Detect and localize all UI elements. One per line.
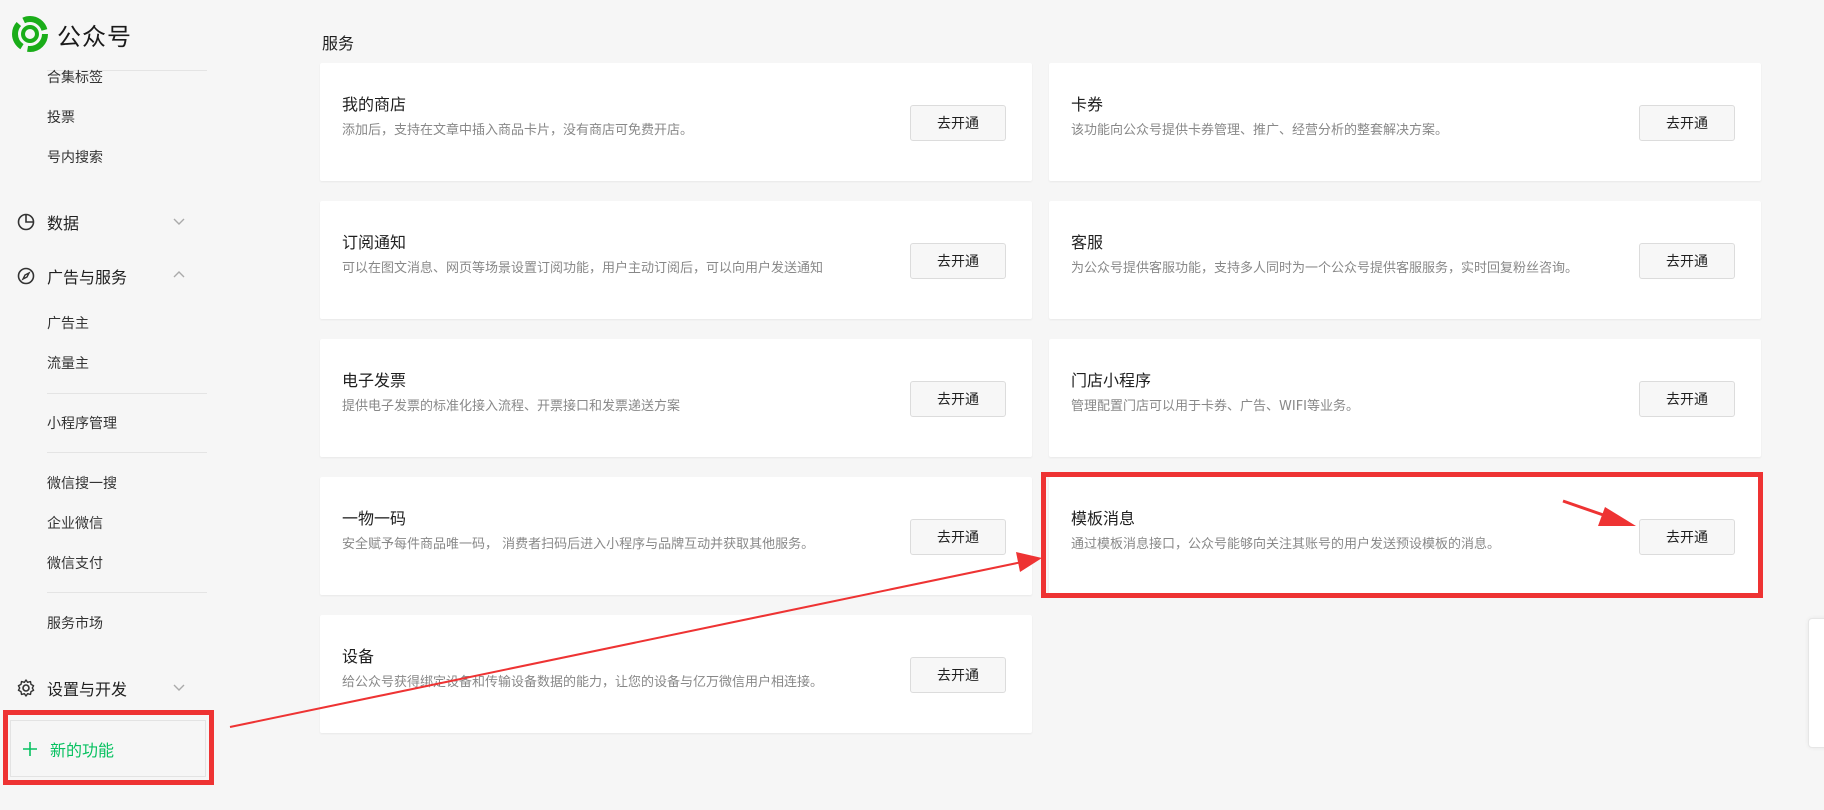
pie-chart-icon <box>17 213 35 231</box>
service-card-subscription-notice: 订阅通知 可以在图文消息、网页等场景设置订阅功能，用户主动订阅后，可以向用户发送… <box>320 201 1032 319</box>
card-title: 电子发票 <box>342 371 407 390</box>
service-card-coupons: 卡券 该功能向公众号提供卡券管理、推广、经营分析的整套解决方案。 去开通 <box>1049 63 1761 181</box>
card-title: 订阅通知 <box>342 233 407 252</box>
service-card-device: 设备 给公众号获得绑定设备和传输设备数据的能力，让您的设备与亿万微信用户相连接。… <box>320 615 1032 733</box>
sidebar-item-traffic-owner[interactable]: 流量主 <box>47 353 89 373</box>
card-description: 可以在图文消息、网页等场景设置订阅功能，用户主动订阅后，可以向用户发送通知 <box>342 261 824 276</box>
activate-button[interactable]: 去开通 <box>910 519 1006 555</box>
activate-button[interactable]: 去开通 <box>1639 243 1735 279</box>
sidebar-item-mini-program-management[interactable]: 小程序管理 <box>47 413 117 433</box>
compass-icon <box>17 267 35 285</box>
card-title: 模板消息 <box>1071 509 1136 528</box>
card-title: 我的商店 <box>342 95 407 114</box>
card-description: 给公众号获得绑定设备和传输设备数据的能力，让您的设备与亿万微信用户相连接。 <box>342 675 824 690</box>
sidebar-section-ads-label: 广告与服务 <box>47 268 128 287</box>
card-description: 为公众号提供客服功能，支持多人同时为一个公众号提供客服服务，实时回复粉丝咨询。 <box>1071 261 1579 276</box>
card-title: 客服 <box>1071 233 1104 252</box>
sidebar-item-service-market[interactable]: 服务市场 <box>47 613 103 633</box>
brand-logo[interactable]: 公众号 <box>12 16 132 52</box>
service-card-store-mini-program: 门店小程序 管理配置门店可以用于卡券、广告、WIFI等业务。 去开通 <box>1049 339 1761 457</box>
gear-icon <box>17 679 35 697</box>
sidebar-item-wechat-pay[interactable]: 微信支付 <box>47 553 103 573</box>
card-title: 门店小程序 <box>1071 371 1152 390</box>
activate-button[interactable]: 去开通 <box>1639 105 1735 141</box>
service-card-one-item-one-code: 一物一码 安全赋予每件商品唯一码， 消费者扫码后进入小程序与品牌互动并获取其他服… <box>320 477 1032 595</box>
card-description: 通过模板消息接口，公众号能够向关注其账号的用户发送预设模板的消息。 <box>1071 537 1501 552</box>
sidebar-section-ads-and-services[interactable]: 广告与服务 <box>16 263 186 289</box>
chevron-down-icon <box>173 684 185 691</box>
new-feature-button[interactable]: 新的功能 <box>10 720 206 777</box>
service-card-my-store: 我的商店 添加后，支持在文章中插入商品卡片，没有商店可免费开店。 去开通 <box>320 63 1032 181</box>
sidebar-item-wechat-search[interactable]: 微信搜一搜 <box>47 473 117 493</box>
card-description: 管理配置门店可以用于卡券、广告、WIFI等业务。 <box>1071 399 1359 414</box>
activate-button[interactable]: 去开通 <box>910 381 1006 417</box>
activate-button[interactable]: 去开通 <box>910 243 1006 279</box>
service-card-template-message: 模板消息 通过模板消息接口，公众号能够向关注其账号的用户发送预设模板的消息。 去… <box>1049 477 1761 595</box>
service-card-e-invoice: 电子发票 提供电子发票的标准化接入流程、开票接口和发票递送方案 去开通 <box>320 339 1032 457</box>
card-title: 设备 <box>342 647 375 666</box>
activate-button[interactable]: 去开通 <box>1639 381 1735 417</box>
service-card-customer-service: 客服 为公众号提供客服功能，支持多人同时为一个公众号提供客服服务，实时回复粉丝咨… <box>1049 201 1761 319</box>
sidebar-divider <box>47 393 207 394</box>
page-title: 服务 <box>322 34 355 53</box>
plus-icon <box>23 741 37 756</box>
activate-button[interactable]: 去开通 <box>910 657 1006 693</box>
sidebar-section-settings-and-dev[interactable]: 设置与开发 <box>16 675 186 701</box>
sidebar-item-collection-tags[interactable]: 合集标签 <box>47 67 103 87</box>
activate-button[interactable]: 去开通 <box>1639 519 1735 555</box>
card-description: 添加后，支持在文章中插入商品卡片，没有商店可免费开店。 <box>342 123 694 138</box>
sidebar-item-wecom[interactable]: 企业微信 <box>47 513 103 533</box>
card-description: 该功能向公众号提供卡券管理、推广、经营分析的整套解决方案。 <box>1071 123 1449 138</box>
sidebar-item-vote[interactable]: 投票 <box>47 107 75 127</box>
card-title: 卡券 <box>1071 95 1104 114</box>
sidebar-divider <box>47 452 207 453</box>
card-description: 提供电子发票的标准化接入流程、开票接口和发票递送方案 <box>342 399 681 414</box>
card-title: 一物一码 <box>342 509 407 528</box>
sidebar-section-settings-label: 设置与开发 <box>47 680 128 699</box>
sidebar-section-data-label: 数据 <box>47 214 80 233</box>
sidebar-section-data[interactable]: 数据 <box>16 209 186 235</box>
brand-name: 公众号 <box>57 22 132 51</box>
wechat-official-account-logo-icon <box>12 16 48 52</box>
sidebar-divider <box>47 592 207 593</box>
side-help-widget[interactable] <box>1808 618 1824 748</box>
new-feature-label: 新的功能 <box>50 740 115 760</box>
chevron-down-icon <box>173 218 185 225</box>
activate-button[interactable]: 去开通 <box>910 105 1006 141</box>
chevron-up-icon <box>173 271 185 278</box>
sidebar-item-advertiser[interactable]: 广告主 <box>47 313 89 333</box>
card-description: 安全赋予每件商品唯一码， 消费者扫码后进入小程序与品牌互动并获取其他服务。 <box>342 537 815 552</box>
sidebar-item-in-account-search[interactable]: 号内搜索 <box>47 147 103 167</box>
sidebar: 公众号 合集标签 投票 号内搜索 数据 广告与服务 广告主 流量主 小程序管理 … <box>0 0 215 810</box>
